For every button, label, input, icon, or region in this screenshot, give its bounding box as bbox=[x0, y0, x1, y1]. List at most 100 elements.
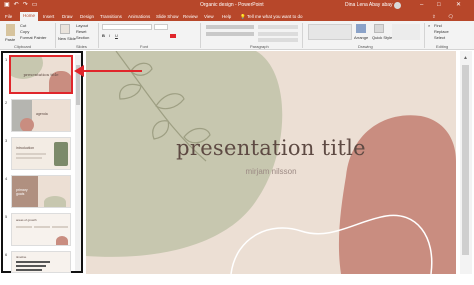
slide-thumbnail-3[interactable]: 3 introduction bbox=[5, 137, 73, 171]
group-font: Font bbox=[140, 44, 149, 49]
copy-button[interactable]: Copy bbox=[20, 29, 29, 34]
scrollbar-thumb[interactable] bbox=[76, 65, 80, 105]
ribbon-divider bbox=[302, 23, 303, 48]
underline-icon[interactable]: U bbox=[115, 33, 118, 38]
tab-design[interactable]: Design bbox=[80, 13, 94, 20]
share-icon[interactable]: ⇪ bbox=[432, 13, 436, 20]
arrange-button[interactable]: Arrange bbox=[354, 35, 368, 40]
slide-number: 4 bbox=[5, 176, 8, 181]
bold-icon[interactable]: B bbox=[102, 33, 105, 38]
ribbon-tabs: File Home Insert Draw Design Transitions… bbox=[0, 11, 474, 21]
tab-view[interactable]: View bbox=[204, 13, 214, 20]
tab-transitions[interactable]: Transitions bbox=[100, 13, 122, 20]
thumb-title: agenda bbox=[36, 112, 48, 116]
new-slide-button[interactable]: New Slide bbox=[58, 36, 76, 41]
slide-thumbnail-2[interactable]: 2 agenda bbox=[5, 99, 73, 133]
close-icon[interactable]: ✕ bbox=[456, 1, 461, 9]
tab-animations[interactable]: Animations bbox=[128, 13, 150, 20]
shape-fill-outline-effects[interactable] bbox=[392, 24, 420, 40]
ribbon-divider bbox=[98, 23, 99, 48]
thumb-title: areas of growth bbox=[16, 218, 37, 222]
maximize-icon[interactable]: □ bbox=[437, 1, 441, 9]
slide-number: 6 bbox=[5, 252, 8, 257]
group-paragraph: Paragraph bbox=[250, 44, 269, 49]
text-direction-control[interactable] bbox=[258, 25, 298, 29]
slide-thumbnail-5[interactable]: 5 areas of growth bbox=[5, 213, 73, 247]
save-icon[interactable]: ▣ bbox=[4, 2, 10, 9]
tell-me-search[interactable]: Tell me what you want to do bbox=[247, 13, 303, 20]
slide-scrollbar[interactable]: ▲ bbox=[460, 51, 472, 274]
tab-file[interactable]: File bbox=[5, 13, 12, 20]
slide-thumbnail-6[interactable]: 6 timeline bbox=[5, 251, 73, 285]
minimize-icon[interactable]: – bbox=[420, 1, 423, 9]
quick-access-toolbar: ▣ ↶ ↷ ▭ bbox=[4, 2, 37, 9]
section-button[interactable]: Section bbox=[76, 35, 89, 40]
convert-smartart-control[interactable] bbox=[258, 38, 298, 42]
font-color-icon[interactable] bbox=[170, 34, 176, 38]
ribbon-divider bbox=[55, 23, 56, 48]
start-presentation-icon[interactable]: ▭ bbox=[32, 2, 38, 9]
ribbon-divider bbox=[200, 23, 201, 48]
tab-review[interactable]: Review bbox=[183, 13, 198, 20]
window-title: Organic design - PowerPoint bbox=[200, 2, 264, 8]
shapes-gallery[interactable] bbox=[308, 24, 352, 40]
tab-draw[interactable]: Draw bbox=[62, 13, 73, 20]
slide-thumbnail-4[interactable]: 4 primary goals bbox=[5, 175, 73, 209]
thumbnails-scrollbar[interactable] bbox=[75, 55, 81, 271]
slide-preview: presentation title bbox=[11, 57, 71, 92]
quick-styles-icon[interactable] bbox=[374, 24, 384, 33]
ribbon-divider bbox=[424, 23, 425, 48]
slide-canvas[interactable]: presentation title mirjam nilsson bbox=[86, 51, 456, 274]
slide-preview: introduction bbox=[11, 137, 71, 170]
font-name-box[interactable] bbox=[102, 24, 152, 30]
paste-icon[interactable] bbox=[6, 24, 15, 36]
align-text-control[interactable] bbox=[258, 32, 298, 36]
group-clipboard: Clipboard bbox=[14, 44, 32, 49]
italic-icon[interactable]: I bbox=[109, 33, 110, 38]
paste-button[interactable]: Paste bbox=[5, 37, 15, 42]
arrange-icon[interactable] bbox=[356, 24, 366, 33]
thumb-title: introduction bbox=[16, 146, 35, 150]
slide-number: 3 bbox=[5, 138, 8, 143]
layout-button[interactable]: Layout bbox=[76, 23, 88, 28]
cut-button[interactable]: Cut bbox=[20, 23, 26, 28]
title-bar: ▣ ↶ ↷ ▭ Organic design - PowerPoint Dina… bbox=[0, 0, 474, 11]
group-slides: Slides bbox=[76, 44, 87, 49]
lightbulb-icon: 💡 bbox=[240, 14, 246, 19]
replace-button[interactable]: Replace bbox=[434, 29, 449, 34]
redo-icon[interactable]: ↷ bbox=[23, 2, 28, 9]
slide-number: 1 bbox=[5, 57, 8, 62]
slide-number: 2 bbox=[5, 100, 8, 105]
tab-slide-show[interactable]: Slide Show bbox=[156, 13, 179, 20]
slide-preview: areas of growth bbox=[11, 213, 71, 246]
list-controls[interactable] bbox=[206, 25, 254, 29]
slide-thumbnails-panel[interactable]: 1 presentation title 2 agenda 3 introduc… bbox=[1, 51, 83, 273]
find-button[interactable]: Find bbox=[434, 23, 442, 28]
thumb-title: timeline bbox=[16, 255, 27, 259]
reset-button[interactable]: Reset bbox=[76, 29, 86, 34]
tab-home[interactable]: Home bbox=[20, 12, 39, 21]
select-button[interactable]: Select bbox=[434, 35, 445, 40]
font-size-box[interactable] bbox=[154, 24, 168, 30]
tab-help[interactable]: Help bbox=[222, 13, 231, 20]
thumb-title: presentation title bbox=[23, 72, 59, 77]
format-painter-button[interactable]: Format Painter bbox=[20, 35, 46, 40]
avatar[interactable] bbox=[394, 2, 401, 9]
thumb-title: primary goals bbox=[16, 188, 28, 196]
group-editing: Editing bbox=[436, 44, 449, 49]
slide-thumbnail-1[interactable]: 1 presentation title bbox=[5, 55, 73, 95]
slide-title[interactable]: presentation title bbox=[86, 136, 456, 160]
undo-icon[interactable]: ↶ bbox=[14, 2, 19, 9]
slide-preview: primary goals bbox=[11, 175, 71, 208]
find-icon[interactable]: ⌕ bbox=[428, 23, 430, 28]
alignment-controls[interactable] bbox=[206, 32, 254, 36]
comments-icon[interactable]: 🗨 bbox=[448, 13, 454, 20]
slide-number: 5 bbox=[5, 214, 8, 219]
quick-styles-button[interactable]: Quick Styles bbox=[372, 35, 394, 40]
scroll-up-icon[interactable]: ▲ bbox=[463, 55, 468, 61]
new-slide-icon[interactable] bbox=[60, 24, 70, 34]
slide-subtitle[interactable]: mirjam nilsson bbox=[86, 167, 456, 176]
scrollbar-thumb[interactable] bbox=[462, 65, 469, 255]
user-name[interactable]: Dina Lena Abay abay bbox=[345, 2, 393, 9]
tab-insert[interactable]: Insert bbox=[43, 13, 54, 20]
